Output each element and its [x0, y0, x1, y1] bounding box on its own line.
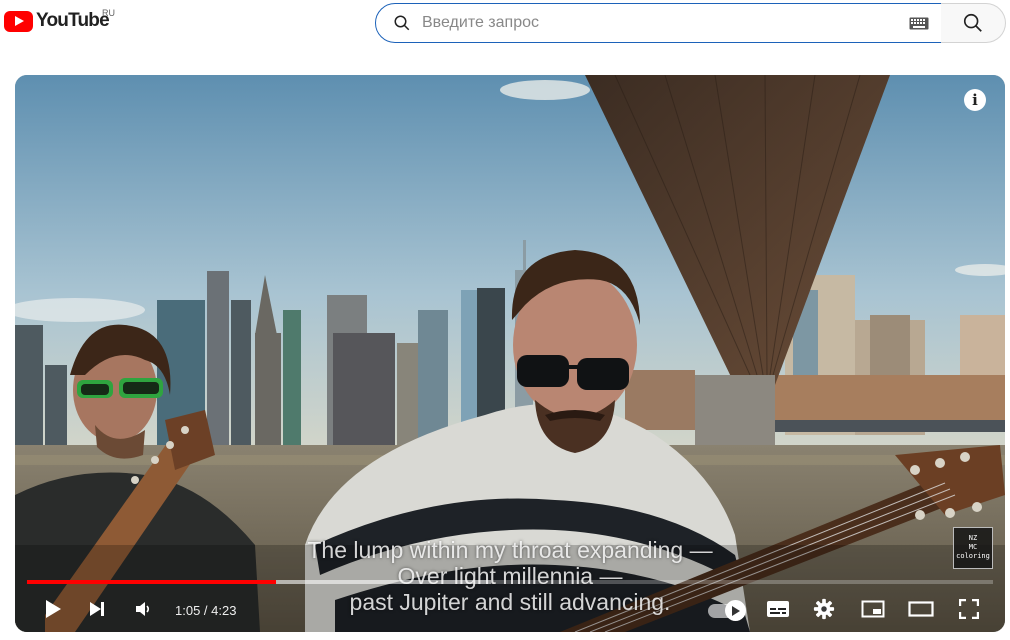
- next-button[interactable]: [81, 593, 113, 625]
- miniplayer-icon: [861, 600, 885, 618]
- autoplay-knob[interactable]: [725, 600, 746, 621]
- play-icon: [732, 605, 740, 616]
- player-controls: 1:05 / 4:23: [15, 589, 1005, 629]
- theater-icon: [908, 601, 934, 617]
- youtube-logo[interactable]: YouTube RU: [4, 8, 115, 32]
- country-code: RU: [102, 8, 115, 18]
- logo-wordmark: YouTube: [36, 10, 110, 31]
- caption-line: Over light millennia —: [397, 563, 623, 589]
- info-icon[interactable]: i: [964, 89, 986, 111]
- time-display: 1:05 / 4:23: [175, 603, 236, 618]
- fullscreen-button[interactable]: [953, 593, 985, 625]
- search-button[interactable]: [941, 3, 1006, 43]
- search-icon: [382, 4, 422, 42]
- search-box[interactable]: [375, 3, 942, 43]
- fullscreen-icon: [959, 599, 979, 619]
- miniplayer-button[interactable]: [857, 593, 889, 625]
- search-icon: [963, 13, 982, 32]
- mute-button[interactable]: [127, 593, 159, 625]
- search-input[interactable]: [422, 5, 909, 41]
- gear-icon: [813, 598, 835, 620]
- settings-button[interactable]: [808, 593, 840, 625]
- caption-line: The lump within my throat expanding —: [307, 537, 713, 563]
- next-icon: [90, 602, 104, 616]
- video-player[interactable]: i NZ MC coloring The lump within my thro…: [15, 75, 1005, 632]
- subtitles-icon: [767, 601, 789, 617]
- play-button[interactable]: [37, 593, 69, 625]
- time-separator: /: [200, 603, 212, 618]
- current-time: 1:05: [175, 603, 201, 618]
- progress-played: [27, 580, 277, 584]
- subtitles-button[interactable]: [762, 593, 794, 625]
- keyboard-icon[interactable]: [909, 17, 929, 30]
- youtube-play-logo-icon: [4, 10, 33, 32]
- masthead: YouTube RU: [0, 0, 1010, 46]
- volume-icon: [136, 602, 150, 616]
- play-icon: [46, 600, 61, 618]
- theater-mode-button[interactable]: [905, 593, 937, 625]
- progress-bar[interactable]: [27, 580, 993, 584]
- duration: 4:23: [211, 603, 237, 618]
